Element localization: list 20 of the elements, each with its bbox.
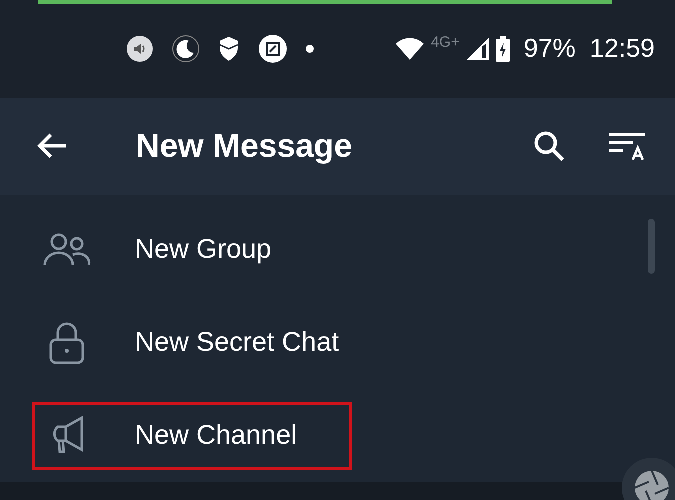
- battery-percent: 97%: [524, 33, 576, 64]
- signal-icon: [466, 36, 490, 61]
- battery-icon: [496, 36, 510, 62]
- clock-time: 12:59: [590, 33, 655, 64]
- network-type: 4G+: [431, 34, 460, 52]
- screenshot-icon: [258, 34, 288, 64]
- screen-title: New Message: [136, 127, 354, 166]
- moon-icon: [172, 34, 200, 63]
- menu-item-label[interactable]: New Secret Chat: [135, 327, 340, 358]
- search-icon[interactable]: [533, 130, 565, 162]
- volume-icon: [126, 34, 154, 63]
- shield-icon: [218, 36, 240, 62]
- people-icon: [43, 232, 91, 266]
- sort-icon[interactable]: [607, 131, 647, 162]
- scrollbar: [648, 219, 655, 274]
- menu-item-label[interactable]: New Channel: [135, 420, 298, 451]
- menu-item-label[interactable]: New Group: [135, 234, 272, 265]
- back-arrow-icon[interactable]: [36, 132, 68, 160]
- wifi-icon: [395, 36, 426, 61]
- dot-icon: [306, 44, 314, 53]
